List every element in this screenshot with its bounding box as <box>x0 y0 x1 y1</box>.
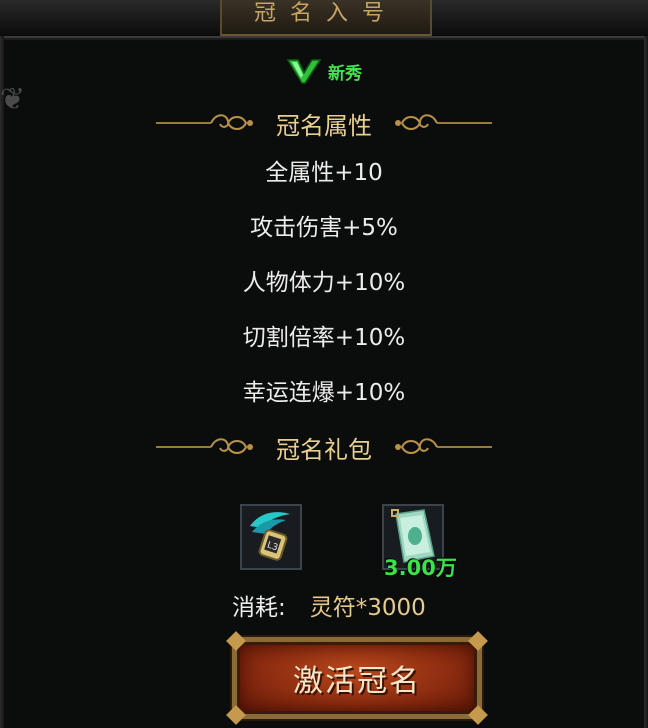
rank-name: 新秀 <box>328 63 362 84</box>
window-title: 冠名入号 <box>253 1 398 26</box>
ornament-left-icon <box>156 114 253 130</box>
window-frame-top: 冠名入号 <box>0 0 648 40</box>
button-corner-ornament <box>468 705 488 725</box>
v-rank-icon <box>286 59 322 84</box>
attributes-section-header: 冠名属性 <box>0 103 648 143</box>
gift-section-header: 冠名礼包 <box>0 427 648 467</box>
attribute-line: 攻击伤害+5% <box>250 215 398 241</box>
ornament-right-icon <box>395 438 492 454</box>
teal-badge-icon: L3 <box>250 512 290 561</box>
gift-section-title: 冠名礼包 <box>276 435 372 464</box>
gift-item-slot-1[interactable]: L3 <box>240 504 302 570</box>
title-plate: 冠名入号 <box>220 0 432 36</box>
gift-item-quantity: 3.00万 <box>384 556 457 580</box>
rank-row: 新秀 <box>0 56 648 86</box>
attribute-line: 全属性+10 <box>265 160 383 186</box>
attribute-line: 人物体力+10% <box>242 270 406 296</box>
button-corner-ornament <box>226 705 246 725</box>
cost-value: 灵符*3000 <box>309 595 426 621</box>
attribute-line: 切割倍率+10% <box>242 325 406 351</box>
cost-label: 消耗: <box>232 595 286 621</box>
ornament-right-icon <box>395 114 492 130</box>
attributes-section-title: 冠名属性 <box>276 111 372 140</box>
button-corner-ornament <box>468 631 488 651</box>
attribute-line: 幸运连爆+10% <box>242 380 406 406</box>
button-corner-ornament <box>226 631 246 651</box>
activate-button-label: 激活冠名 <box>293 664 421 699</box>
ornament-left-icon <box>156 438 253 454</box>
cost-row: 消耗: 灵符*3000 <box>232 592 426 624</box>
activate-title-button[interactable]: 激活冠名 <box>226 631 488 725</box>
